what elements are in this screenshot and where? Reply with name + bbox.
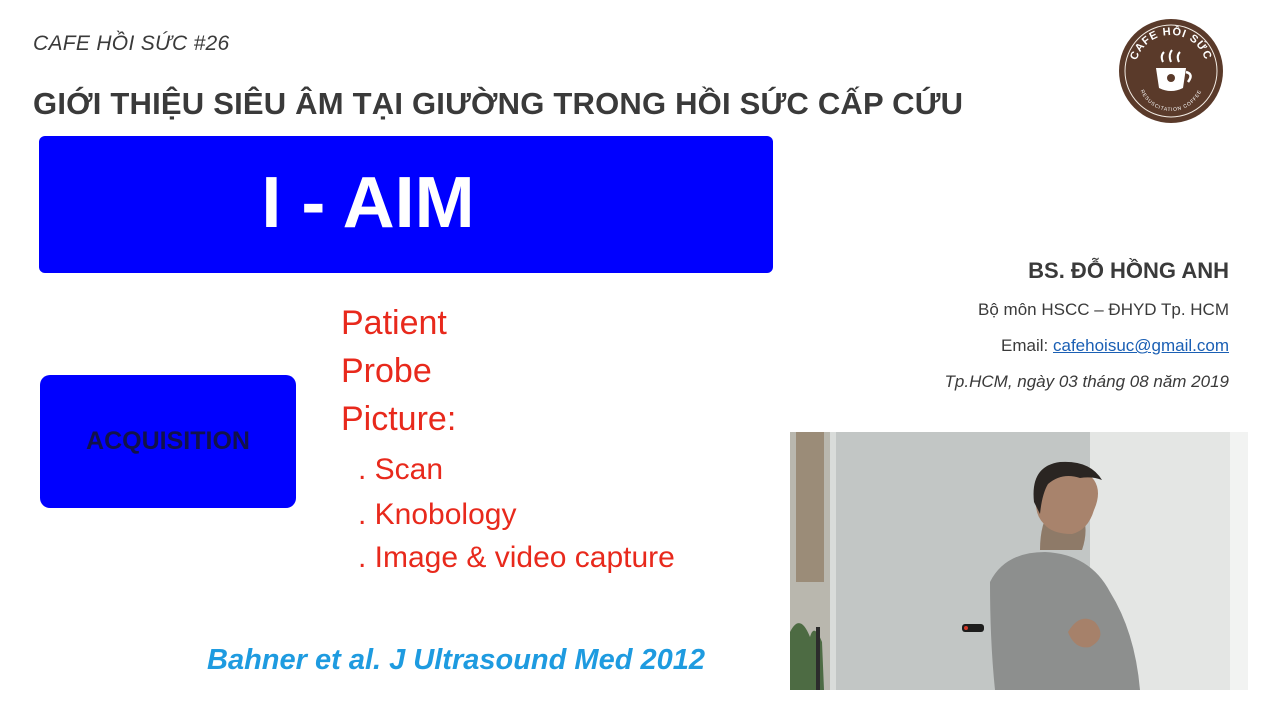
email-label: Email: [1001,336,1053,355]
email-link[interactable]: cafehoisuc@gmail.com [1053,336,1229,355]
subitem-scan: . Scan [358,453,444,486]
presenter-name: BS. ĐỖ HỒNG ANH [1028,258,1229,283]
aim-title: I - AIM [261,163,475,243]
presenter-department: Bộ môn HSCC – ĐHYD Tp. HCM [978,300,1229,319]
speaker-video-frame [790,432,1248,690]
acquisition-label: ACQUISITION [86,427,250,455]
presenter-email-line: Email: cafehoisuc@gmail.com [1001,336,1229,356]
acquisition-box: ACQUISITION [40,375,296,508]
aim-banner: I - AIM [39,136,773,273]
cafe-hoi-suc-logo: CAFE HỒI SỨC RESUSCITATION COFFEE [1119,19,1223,123]
presentation-date: Tp.HCM, ngày 03 tháng 08 năm 2019 [944,372,1229,391]
subitem-image-video-capture: . Image & video capture [358,541,675,574]
item-patient: Patient [341,304,447,342]
citation: Bahner et al. J Ultrasound Med 2012 [207,644,705,676]
slide-title: GIỚI THIỆU SIÊU ÂM TẠI GIƯỜNG TRONG HỒI … [33,86,964,121]
speaker-video-inset [790,432,1248,690]
subitem-knobology: . Knobology [358,498,517,531]
item-picture: Picture: [341,400,457,438]
series-label: CAFE HỒI SỨC #26 [33,32,230,55]
item-probe: Probe [341,352,432,390]
